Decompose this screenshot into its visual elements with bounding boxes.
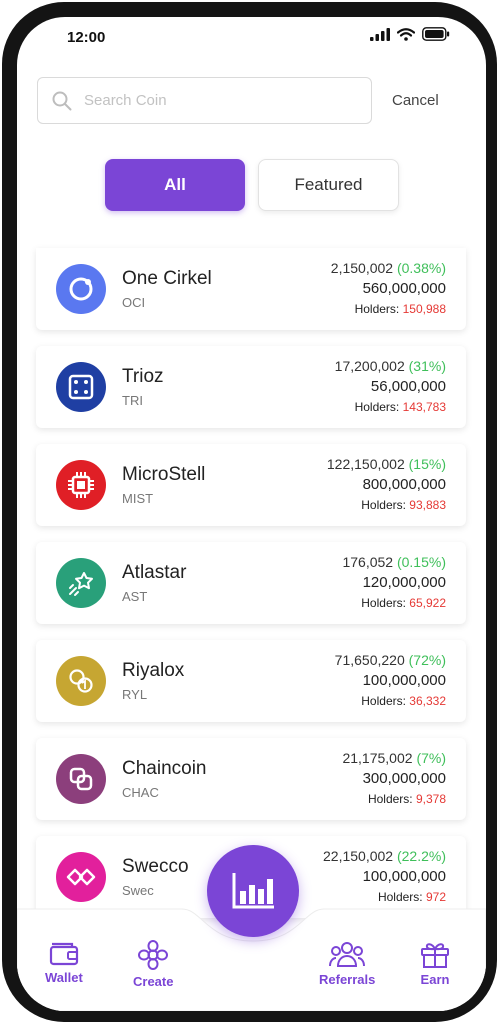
coin-price: 71,650,220 [334,652,405,668]
holders-label: Holders: [361,596,406,610]
search-icon [52,91,72,110]
status-bar: 12:00 [17,17,486,61]
holders-count: 93,883 [409,498,446,512]
coin-price: 122,150,002 [326,456,405,472]
holders-count: 65,922 [409,596,446,610]
coin-card-riyalox[interactable]: Riyalox RYL 71,650,220 (72%) 100,000,000… [36,640,466,722]
coin-card-atlastar[interactable]: Atlastar AST 176,052 (0.15%) 120,000,000… [36,542,466,624]
chain-icon [56,754,106,804]
coin-price: 21,175,002 [342,750,413,766]
gift-icon [421,943,449,968]
screen: 12:00 Search Coin Cancel All Featured On… [17,17,486,1011]
bar-chart-icon [232,873,274,909]
coin-change: (0.38%) [396,260,446,276]
ring-icon [56,264,106,314]
coin-name: Swecco [122,856,189,877]
coin-price: 176,052 [342,554,394,570]
holders-label: Holders: [361,694,406,708]
holders-count: 9,378 [415,792,446,806]
coin-change: (0.15%) [396,554,446,570]
coins-icon [56,656,106,706]
coin-change: (7%) [416,750,446,766]
cancel-button[interactable]: Cancel [392,92,439,109]
coin-change: (31%) [408,358,446,374]
search-box[interactable] [37,77,372,124]
wifi-icon [397,27,415,41]
cellular-signal-icon [370,27,390,41]
nav-label: Referrals [319,972,376,987]
coin-card-trioz[interactable]: Trioz TRI 17,200,002 (31%) 56,000,000 Ho… [36,346,466,428]
coin-price: 17,200,002 [334,358,405,374]
coin-symbol: TRI [122,393,143,408]
coin-symbol: AST [122,589,148,604]
holders-count: 150,988 [402,302,446,316]
coin-name: One Cirkel [122,268,212,289]
status-icons [370,27,450,41]
coin-name: Riyalox [122,660,185,681]
holders-label: Holders: [354,400,400,414]
diamond-link-icon [56,852,106,902]
coin-card-one-cirkel[interactable]: One Cirkel OCI 2,150,002 (0.38%) 560,000… [36,248,466,330]
coin-symbol: MIST [122,491,154,506]
holders-count: 36,332 [409,694,446,708]
coin-supply: 560,000,000 [362,280,446,297]
status-time: 12:00 [67,29,106,46]
nav-create[interactable]: Create [133,939,173,989]
nav-label: Earn [420,972,450,987]
dice-icon [56,362,106,412]
coin-supply: 56,000,000 [370,378,446,395]
battery-icon [422,27,450,41]
coin-name: MicroStell [122,464,206,485]
coin-symbol: OCI [122,295,146,310]
coin-card-chaincoin[interactable]: Chaincoin CHAC 21,175,002 (7%) 300,000,0… [36,738,466,820]
coin-symbol: Swec [122,883,154,898]
flower-icon [138,940,169,970]
nav-earn[interactable]: Earn [419,939,451,987]
coin-change: (15%) [408,456,446,472]
coin-supply: 120,000,000 [362,574,446,591]
tab-all[interactable]: All [105,159,245,211]
search-input[interactable] [82,91,346,110]
coin-price: 22,150,002 [323,848,394,864]
coin-name: Atlastar [122,562,187,583]
coin-supply: 300,000,000 [362,770,446,787]
tab-featured[interactable]: Featured [258,159,399,211]
coin-card-microstell[interactable]: MicroStell MIST 122,150,002 (15%) 800,00… [36,444,466,526]
phone-frame: 12:00 Search Coin Cancel All Featured On… [2,2,497,1022]
coin-name: Chaincoin [122,758,207,779]
coin-change: (22.2%) [396,848,446,864]
coin-change: (72%) [408,652,446,668]
group-icon [329,942,366,967]
holders-label: Holders: [354,302,400,316]
nav-wallet[interactable]: Wallet [45,939,83,985]
chip-icon [56,460,106,510]
coin-supply: 100,000,000 [362,868,446,885]
nav-label: Wallet [45,970,83,985]
coin-supply: 800,000,000 [362,476,446,493]
holders-count: 143,783 [402,400,446,414]
stats-fab-button[interactable] [207,845,299,937]
holders-label: Holders: [361,498,406,512]
shooting-star-icon [56,558,106,608]
coin-name: Trioz [122,366,164,387]
coin-symbol: CHAC [122,785,159,800]
nav-referrals[interactable]: Referrals [319,939,375,987]
nav-label: Create [133,974,174,989]
wallet-icon [49,942,79,966]
holders-label: Holders: [367,792,413,806]
coin-supply: 100,000,000 [362,672,446,689]
coin-price: 2,150,002 [330,260,394,276]
coin-symbol: RYL [122,687,148,702]
